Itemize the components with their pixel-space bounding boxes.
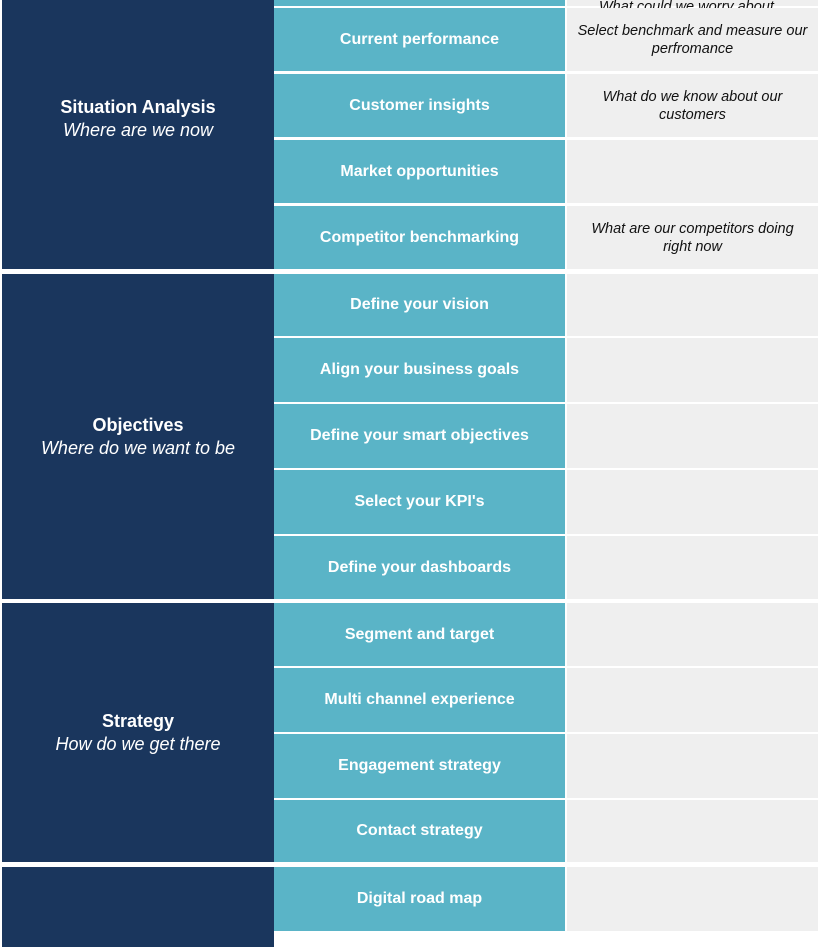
note-cell [567, 734, 818, 798]
planning-table: What could we worry about... Situation A… [0, 0, 820, 947]
note-cell [567, 470, 818, 534]
phase-title: Strategy [101, 710, 175, 731]
note-text: What do we know about our customers [602, 89, 783, 123]
table-row: Competitor benchmarking What are our com… [274, 206, 818, 269]
phase-cell: Situation Analysis Where are we now [2, 0, 274, 269]
note-cell: Select benchmark and measure our perfrom… [567, 8, 818, 71]
note-cell [567, 603, 818, 666]
table-row: Align your business goals [274, 338, 818, 402]
phase-cell [2, 867, 274, 947]
note-cell: What do we know about our customers [567, 74, 818, 137]
step-cell: Customer insights [274, 74, 565, 137]
note-text: Select benchmark and measure our perfrom… [577, 23, 808, 57]
step-cell: Market opportunities [274, 140, 565, 203]
table-row: Define your dashboards [274, 536, 818, 599]
step-cell: Competitor benchmarking [274, 206, 565, 269]
phase-subtitle: Where are we now [62, 119, 214, 140]
note-cell [567, 140, 818, 203]
note-cell [567, 338, 818, 402]
step-cell: Engagement strategy [274, 734, 565, 798]
table-row: Contact strategy [274, 800, 818, 862]
table-row: Segment and target [274, 603, 818, 666]
step-cell: Define your dashboards [274, 536, 565, 599]
phase-cell: Strategy How do we get there [2, 603, 274, 862]
phase-subtitle: How do we get there [55, 733, 221, 754]
step-cell: Multi channel experience [274, 668, 565, 732]
note-cell [567, 668, 818, 732]
note-cell: What are our competitors doing right now [567, 206, 818, 269]
note-text: What are our competitors doing right now [591, 221, 794, 255]
step-cell: Segment and target [274, 603, 565, 666]
phase-title: Objectives [92, 414, 184, 435]
step-cell: Define your smart objectives [274, 404, 565, 468]
table-row: Define your vision [274, 274, 818, 336]
step-cell: Define your vision [274, 274, 565, 336]
note-cell [567, 867, 818, 931]
step-cell: Digital road map [274, 867, 565, 931]
table-row: Digital road map [274, 867, 818, 931]
note-cell [567, 800, 818, 862]
step-cell: Current performance [274, 8, 565, 71]
phase-cell: Objectives Where do we want to be [2, 274, 274, 599]
phase-subtitle: Where do we want to be [40, 437, 236, 458]
table-row: Define your smart objectives [274, 404, 818, 468]
phase-title: Situation Analysis [60, 96, 216, 117]
step-cell: Contact strategy [274, 800, 565, 862]
table-row: Customer insights What do we know about … [274, 74, 818, 137]
table-row: Engagement strategy [274, 734, 818, 798]
note-cell [567, 274, 818, 336]
table-row: Select your KPI's [274, 470, 818, 534]
table-row: Current performance Select benchmark and… [274, 8, 818, 71]
note-cell [567, 536, 818, 599]
step-cell: Select your KPI's [274, 470, 565, 534]
table-row: Market opportunities [274, 140, 818, 203]
step-cell: Align your business goals [274, 338, 565, 402]
table-row: Multi channel experience [274, 668, 818, 732]
note-cell [567, 404, 818, 468]
